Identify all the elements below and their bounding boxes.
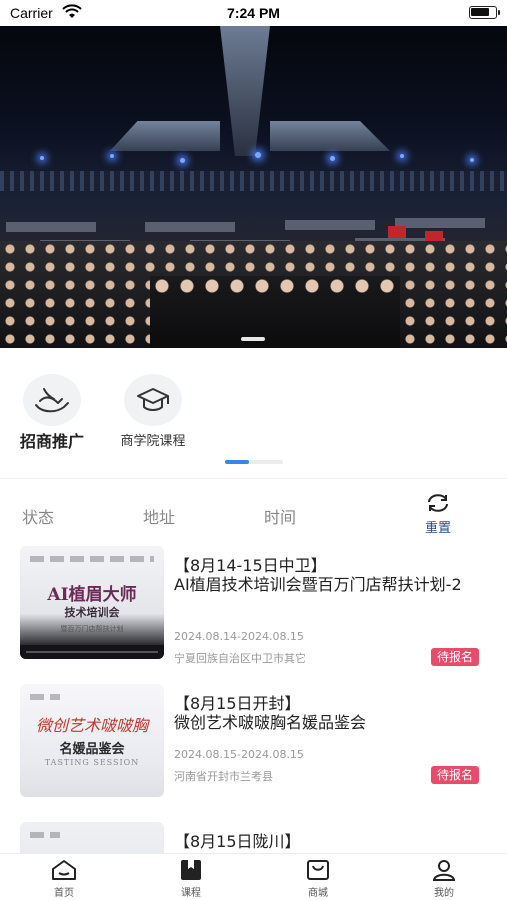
- clock: 7:24 PM: [227, 5, 280, 21]
- course-book-icon: [178, 858, 204, 882]
- course-tag: 【8月15日陇川】: [174, 832, 301, 851]
- shopping-bag-icon: [305, 858, 331, 882]
- course-date: 2024.08.14-2024.08.15: [174, 630, 304, 643]
- filter-bar: 状态 地址 时间 重置: [0, 490, 507, 536]
- tab-label: 商城: [308, 888, 328, 899]
- stage-structure: [220, 26, 270, 156]
- tab-course[interactable]: 课程: [161, 858, 221, 899]
- refresh-icon: [428, 494, 448, 512]
- course-thumbnail: [20, 822, 164, 853]
- tab-label: 我的: [434, 888, 454, 899]
- battery-icon: [469, 6, 500, 19]
- category-business-school[interactable]: 商学院课程: [108, 374, 198, 449]
- reset-label: 重置: [424, 521, 451, 536]
- course-card[interactable]: 【8月15日陇川】: [20, 816, 487, 853]
- status-badge: 待报名: [430, 766, 479, 784]
- status-bar: Carrier 7:24 PM: [0, 0, 507, 26]
- course-list: AI植眉大师 技术培训会 暨百万门店帮扶计划 【8月14-15日中卫】 AI植眉…: [0, 540, 507, 853]
- course-address: 河南省开封市兰考县: [174, 770, 273, 783]
- handshake-icon: [23, 374, 81, 426]
- course-card[interactable]: AI植眉大师 技术培训会 暨百万门店帮扶计划 【8月14-15日中卫】 AI植眉…: [20, 540, 487, 670]
- filter-status[interactable]: 状态: [22, 504, 54, 528]
- course-tag: 【8月14-15日中卫】: [174, 556, 327, 575]
- status-badge: 待报名: [430, 648, 479, 666]
- bottom-tab-bar: 首页 课程 商城 我的: [0, 853, 507, 900]
- graduation-cap-icon: [124, 374, 182, 426]
- course-date: 2024.08.15-2024.08.15: [174, 748, 304, 761]
- tab-profile[interactable]: 我的: [414, 858, 474, 899]
- tab-home[interactable]: 首页: [34, 858, 94, 899]
- course-tag: 【8月15日开封】: [174, 694, 301, 713]
- banner-carousel[interactable]: [0, 26, 507, 348]
- lighting-truss: [0, 171, 507, 191]
- course-thumbnail: 微创艺术啵啵胸 名媛品鉴会 TASTING SESSION: [20, 684, 164, 797]
- home-icon: [51, 858, 77, 882]
- category-label: 商学院课程: [120, 434, 186, 449]
- tab-label: 首页: [54, 888, 74, 899]
- category-row: 招商推广 商学院课程: [0, 348, 507, 478]
- front-row-photo: [150, 276, 400, 348]
- course-thumbnail: AI植眉大师 技术培训会 暨百万门店帮扶计划: [20, 546, 164, 659]
- course-title: 微创艺术啵啵胸名媛品鉴会: [174, 713, 367, 732]
- category-recruitment[interactable]: 招商推广: [7, 374, 97, 452]
- course-address: 宁夏回族自治区中卫市其它: [174, 652, 306, 665]
- reset-button[interactable]: 重置: [418, 493, 458, 536]
- course-title: AI植眉技术培训会暨百万门店帮扶计划-2: [174, 575, 462, 594]
- carousel-indicator: [241, 337, 265, 341]
- filter-time[interactable]: 时间: [264, 504, 296, 528]
- profile-icon: [431, 858, 457, 882]
- category-page-indicator: [225, 460, 283, 464]
- tab-label: 课程: [181, 888, 201, 899]
- filter-address[interactable]: 地址: [143, 504, 175, 528]
- category-label: 招商推广: [19, 432, 84, 451]
- course-card[interactable]: 微创艺术啵啵胸 名媛品鉴会 TASTING SESSION 【8月15日开封】 …: [20, 678, 487, 808]
- tab-mall[interactable]: 商城: [288, 858, 348, 899]
